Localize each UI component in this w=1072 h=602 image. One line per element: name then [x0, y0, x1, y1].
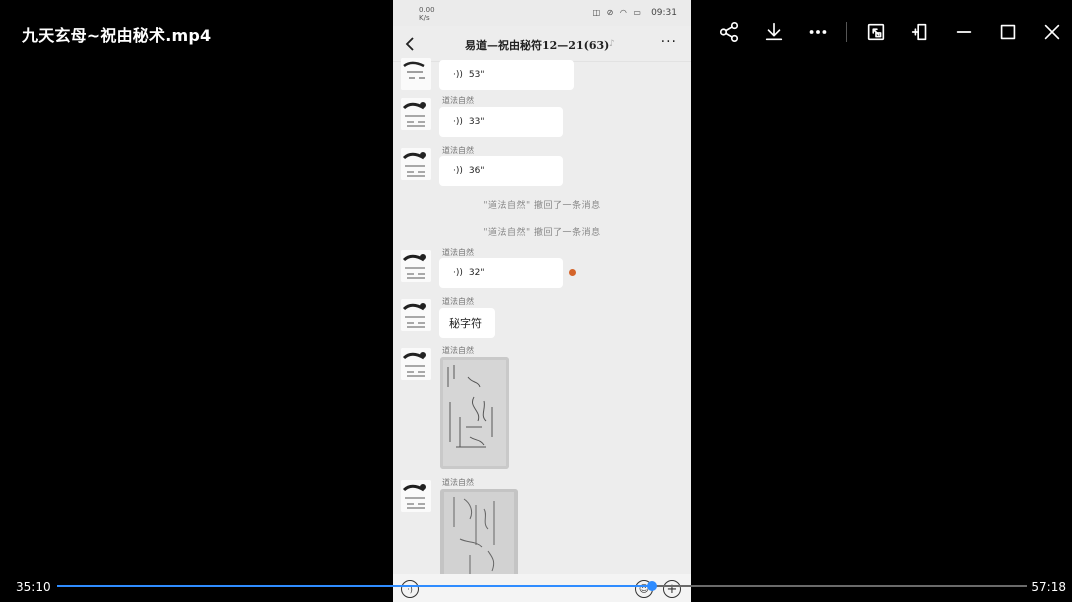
voice-wave-icon: ·)) — [453, 117, 463, 127]
sender-name: 道法自然 — [442, 346, 474, 355]
download-button[interactable] — [760, 18, 788, 46]
voice-duration: 53" — [468, 70, 485, 80]
recall-notice: "道法自然" 撤回了一条消息 — [483, 228, 601, 238]
picture-in-picture-button[interactable] — [862, 18, 890, 46]
mute-bell-icon: ♪ — [609, 39, 615, 49]
talisman-photo — [440, 357, 509, 469]
voice-wave-icon: ·)) — [453, 70, 463, 80]
voice-bubble[interactable]: ·)) 32" — [439, 258, 563, 288]
share-icon — [719, 22, 739, 42]
text-bubble[interactable]: 秘字符 — [439, 308, 495, 338]
current-time: 35:10 — [16, 580, 51, 594]
pin-icon — [911, 23, 927, 41]
voice-wave-icon: ·)) — [453, 268, 463, 278]
close-icon — [1044, 24, 1060, 40]
plus-icon: + — [663, 580, 681, 598]
sender-name: 道法自然 — [442, 248, 474, 257]
sender-name: 道法自然 — [442, 146, 474, 155]
sender-name: 道法自然 — [442, 96, 474, 105]
voice-bubble[interactable]: ·)) 36" — [439, 156, 563, 186]
toolbar-divider — [846, 22, 847, 42]
network-speed-value: 0.00 — [419, 6, 435, 14]
chat-header: 易道—祝由秘符12—21(63) ♪ ··· — [393, 26, 691, 62]
seek-bar[interactable] — [57, 581, 1027, 591]
maximize-button[interactable] — [994, 18, 1022, 46]
network-speed: 0.00 K/s — [419, 6, 435, 22]
download-icon — [765, 22, 783, 41]
talisman-photo — [440, 489, 518, 579]
voice-duration: 32" — [468, 268, 485, 278]
back-arrow-icon — [403, 36, 417, 52]
more-icon — [809, 30, 827, 34]
voice-input-icon: ·) — [401, 580, 419, 598]
phone-clock: 09:31 — [651, 8, 677, 18]
minimize-button[interactable] — [950, 18, 978, 46]
avatar — [401, 348, 431, 380]
unread-voice-dot — [569, 269, 576, 276]
chat-title: 易道—祝由秘符12—21(63) — [465, 39, 610, 52]
avatar — [401, 58, 431, 90]
network-speed-unit: K/s — [419, 14, 430, 22]
recall-notice: "道法自然" 撤回了一条消息 — [483, 201, 601, 211]
voice-duration: 33" — [468, 117, 485, 127]
maximize-icon — [1000, 24, 1016, 40]
close-button[interactable] — [1038, 18, 1066, 46]
video-title: 九天玄母~祝由秘术.mp4 — [22, 26, 212, 45]
more-button[interactable] — [804, 18, 832, 46]
share-button[interactable] — [715, 18, 743, 46]
avatar — [401, 250, 431, 282]
image-message[interactable] — [440, 489, 518, 579]
video-frame[interactable]: 0.00 K/s ◫ ⊘ ◠ ▭ 09:31 易道—祝由秘符12—21(63) … — [393, 0, 691, 602]
avatar — [401, 299, 431, 331]
phone-status-bar: 0.00 K/s ◫ ⊘ ◠ ▭ 09:31 — [393, 0, 691, 26]
sender-name: 道法自然 — [442, 297, 474, 306]
voice-bubble[interactable]: ·)) 33" — [439, 107, 563, 137]
image-message[interactable] — [440, 357, 509, 469]
seek-bar-progress — [57, 585, 653, 587]
status-icons: ◫ ⊘ ◠ ▭ — [592, 8, 643, 17]
chat-more-icon: ··· — [660, 34, 677, 50]
sender-name: 道法自然 — [442, 478, 474, 487]
total-duration: 57:18 — [1031, 580, 1066, 594]
pin-on-top-button[interactable] — [906, 18, 934, 46]
voice-duration: 36" — [468, 166, 485, 176]
avatar — [401, 480, 431, 512]
minimize-icon — [956, 31, 972, 33]
chat-input-bar: ·) ☺ + — [393, 574, 691, 602]
voice-wave-icon: ·)) — [453, 166, 463, 176]
voice-bubble[interactable]: ·)) 53" — [439, 60, 574, 90]
picture-in-picture-icon — [867, 23, 885, 41]
avatar — [401, 148, 431, 180]
avatar — [401, 98, 431, 130]
